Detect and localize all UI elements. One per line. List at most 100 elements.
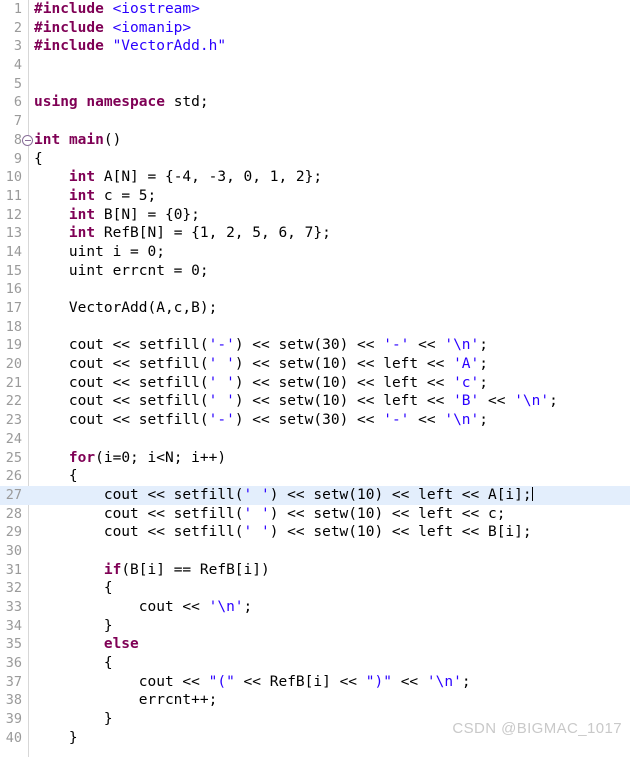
line-number: 34: [5, 617, 22, 634]
code-token-pln: uint errcnt = 0;: [34, 262, 209, 279]
line-number: 4: [13, 57, 22, 74]
code-token-str: '\n': [426, 673, 462, 690]
code-token-kw: for: [68, 449, 96, 466]
code-line[interactable]: 8 int main(): [0, 131, 630, 150]
line-number: 19: [5, 337, 22, 354]
code-line[interactable]: 9{: [0, 150, 630, 169]
code-token-str: 'A': [453, 356, 480, 373]
code-token-pln: }: [34, 617, 113, 634]
line-number: 24: [5, 430, 22, 447]
code-token-pln: cout << setfill(: [34, 393, 209, 410]
line-number: 28: [5, 505, 22, 522]
code-token-pln: ;: [479, 337, 488, 354]
code-line[interactable]: 25 for(i=0; i<N; i++): [0, 449, 630, 468]
code-token-str: ' ': [208, 356, 235, 373]
code-line[interactable]: 1 #include <iostream>: [0, 0, 630, 19]
line-number: 35: [5, 636, 22, 653]
code-line[interactable]: 17 VectorAdd(A,c,B);: [0, 299, 630, 318]
code-token-str: '\n': [444, 337, 480, 354]
line-number: 21: [5, 374, 22, 391]
code-token-str: '-': [383, 412, 410, 429]
line-number: 18: [5, 318, 22, 335]
code-line[interactable]: 26 {: [0, 467, 630, 486]
code-lines-container[interactable]: 1 #include <iostream> 2 #include <iomanip> 3…: [0, 0, 630, 748]
code-token-str: ' ': [208, 374, 235, 391]
code-line[interactable]: 20 cout << setfill(' ') << setw(10) << l…: [0, 355, 630, 374]
code-line[interactable]: 5: [0, 75, 630, 94]
code-line[interactable]: 14 uint i = 0;: [0, 243, 630, 262]
code-line-text: cout << "(" << RefB[i] << ")" << '\n';: [34, 673, 471, 692]
code-token-pln: [34, 636, 104, 652]
code-token-pln: cout << setfill(: [34, 524, 244, 541]
code-token-kw: int: [68, 187, 96, 204]
code-line[interactable]: 35 else: [0, 635, 630, 654]
code-line[interactable]: 30: [0, 542, 630, 561]
code-token-pln: [104, 1, 113, 17]
code-token-pln: [34, 225, 69, 241]
code-token-pln: ) << setw(30) <<: [234, 337, 384, 354]
code-line[interactable]: 11 int c = 5;: [0, 187, 630, 206]
code-line[interactable]: 16: [0, 280, 630, 299]
line-number: 2: [13, 19, 22, 36]
code-line[interactable]: 13 int RefB[N] = {1, 2, 5, 6, 7};: [0, 224, 630, 243]
code-line[interactable]: 24: [0, 430, 630, 449]
code-line[interactable]: 37 cout << "(" << RefB[i] << ")" << '\n'…: [0, 673, 630, 692]
line-number: 7: [13, 113, 22, 130]
code-line[interactable]: 3 #include "VectorAdd.h": [0, 37, 630, 56]
code-line[interactable]: 2 #include <iomanip>: [0, 19, 630, 38]
code-token-pln: cout <<: [34, 599, 209, 615]
code-line-text: int c = 5;: [34, 187, 156, 206]
code-token-str: <iostream>: [112, 1, 200, 17]
code-line-text: {: [34, 150, 43, 169]
code-token-pln: ) << setw(30) <<: [234, 412, 384, 429]
code-line[interactable]: 19 cout << setfill('-') << setw(30) << '…: [0, 336, 630, 355]
code-line[interactable]: 34 }: [0, 617, 630, 636]
code-token-pln: ;: [461, 673, 471, 690]
code-line[interactable]: 7: [0, 112, 630, 131]
code-line-text: VectorAdd(A,c,B);: [34, 299, 217, 318]
code-token-pln: (B[i] == RefB[i]): [121, 561, 270, 578]
fold-collapse-icon[interactable]: [22, 134, 33, 146]
code-line[interactable]: 32 {: [0, 579, 630, 598]
code-token-pln: cout << setfill(: [34, 374, 209, 391]
code-line[interactable]: 31 if(B[i] == RefB[i]): [0, 561, 630, 580]
code-line[interactable]: 38 errcnt++;: [0, 691, 630, 710]
code-line[interactable]: 21 cout << setfill(' ') << setw(10) << l…: [0, 374, 630, 393]
code-line-text: #include <iostream>: [34, 0, 200, 19]
code-line[interactable]: 10 int A[N] = {-4, -3, 0, 1, 2};: [0, 168, 630, 187]
code-token-pln: }: [34, 729, 78, 746]
line-number: 15: [5, 262, 22, 279]
code-token-pln: c = 5;: [95, 187, 157, 204]
code-line[interactable]: 23 cout << setfill('-') << setw(30) << '…: [0, 411, 630, 430]
code-line[interactable]: 4: [0, 56, 630, 75]
code-line-text: cout << setfill('-') << setw(30) << '-' …: [34, 336, 488, 355]
code-line[interactable]: 12 int B[N] = {0};: [0, 206, 630, 225]
code-line-text: }: [34, 710, 113, 729]
line-number: 39: [5, 711, 22, 728]
code-line[interactable]: 36 {: [0, 654, 630, 673]
code-token-pln: cout << setfill(: [34, 505, 244, 522]
code-line-text: cout << setfill(' ') << setw(10) << left…: [34, 392, 558, 411]
code-line-text: cout << setfill('-') << setw(30) << '-' …: [34, 411, 488, 430]
code-line[interactable]: 33 cout << '\n';: [0, 598, 630, 617]
code-token-str: '-': [383, 337, 410, 354]
code-line-text: cout << setfill(' ') << setw(10) << left…: [34, 355, 488, 374]
code-line-text: uint errcnt = 0;: [34, 262, 209, 281]
code-line-text: {: [34, 467, 78, 486]
code-line[interactable]: 27 cout << setfill(' ') << setw(10) << l…: [0, 485, 630, 505]
code-editor[interactable]: 1 #include <iostream> 2 #include <iomanip> 3…: [0, 0, 630, 757]
code-token-pln: ;: [479, 356, 488, 373]
code-token-pln: [34, 169, 69, 185]
code-line[interactable]: 6 using namespace std;: [0, 93, 630, 112]
code-token-pln: (): [103, 131, 122, 148]
code-token-pln: [34, 450, 69, 466]
code-token-pln: VectorAdd(A,c,B);: [34, 300, 218, 316]
code-line[interactable]: 18: [0, 318, 630, 337]
line-number: 8: [13, 131, 22, 148]
code-token-kw: namespace: [86, 94, 165, 111]
code-line[interactable]: 29 cout << setfill(' ') << setw(10) << l…: [0, 523, 630, 542]
code-line[interactable]: 28 cout << setfill(' ') << setw(10) << l…: [0, 505, 630, 524]
code-line[interactable]: 22 cout << setfill(' ') << setw(10) << l…: [0, 392, 630, 411]
code-line-text: cout << '\n';: [34, 598, 253, 617]
code-line[interactable]: 15 uint errcnt = 0;: [0, 262, 630, 281]
